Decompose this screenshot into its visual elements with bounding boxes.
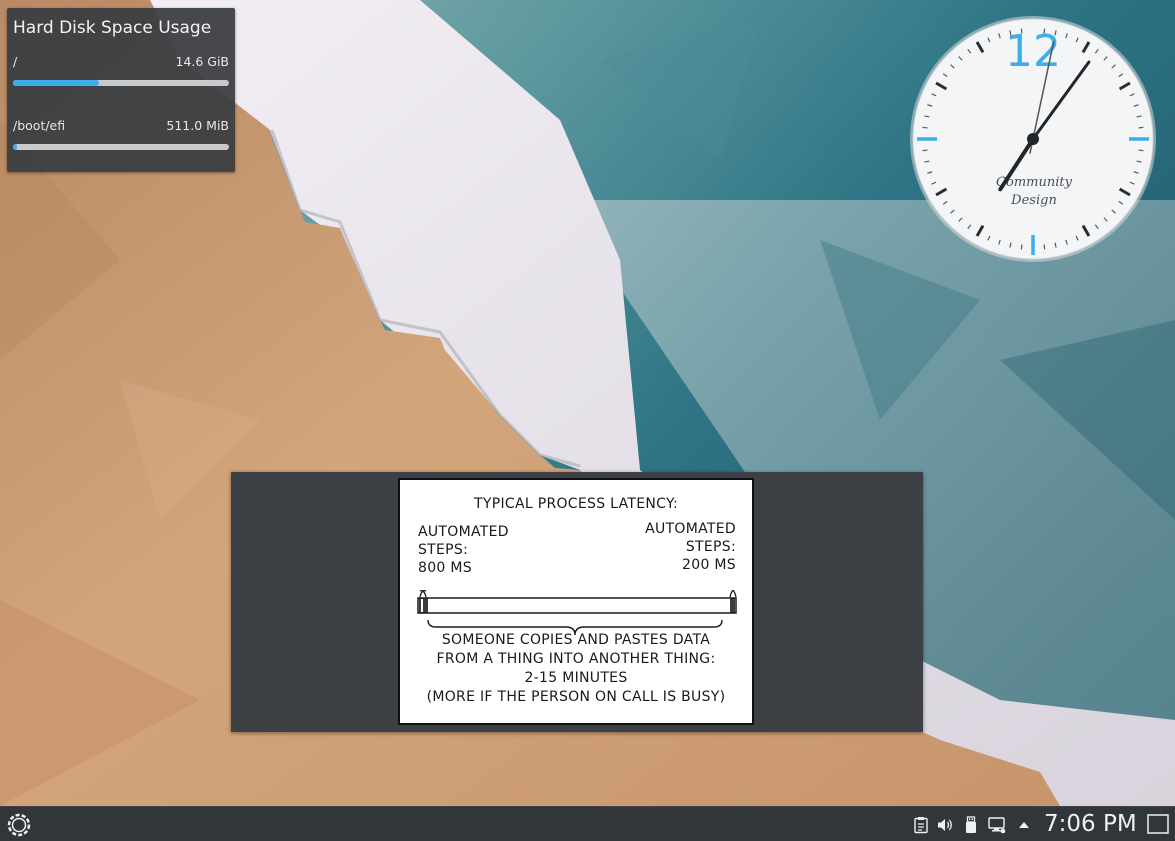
clipboard-icon[interactable] — [912, 816, 930, 834]
usage-bar-fill — [13, 144, 18, 150]
comic-caption: SOMEONE COPIES AND PASTES DATA FROM A TH… — [426, 632, 726, 705]
clock-tick — [922, 126, 928, 129]
disk-size: 14.6 GiB — [175, 54, 229, 69]
clock-tick — [1138, 126, 1144, 129]
mount-point: /boot/efi — [13, 118, 66, 133]
expand-tray-icon[interactable] — [1015, 816, 1033, 834]
taskbar-clock[interactable]: 7:06 PM — [1044, 811, 1137, 837]
usage-bar-fill — [13, 80, 100, 86]
volume-icon[interactable] — [936, 816, 954, 834]
comic-right-label: AUTOMATED STEPS: 200 MS — [645, 521, 736, 573]
show-desktop-icon[interactable] — [1146, 812, 1170, 836]
mount-point: / — [13, 54, 18, 69]
usb-device-icon[interactable] — [962, 816, 980, 834]
clock-tick — [1043, 244, 1046, 250]
taskbar-panel: 7:06 PM — [0, 806, 1175, 841]
disk-space-widget[interactable]: Hard Disk Space Usage / 14.6 GiB /boot/e… — [7, 8, 235, 172]
widget-title: Hard Disk Space Usage — [13, 18, 212, 38]
network-icon[interactable] — [988, 816, 1006, 834]
clock-tick — [1020, 244, 1023, 250]
clock-brand-line2: Design — [1010, 193, 1057, 208]
comic-title: TYPICAL PROCESS LATENCY: — [474, 496, 678, 512]
usage-bar — [13, 144, 229, 150]
usage-bar — [13, 80, 229, 86]
clock-tick — [922, 149, 928, 152]
media-frame-widget[interactable]: TYPICAL PROCESS LATENCY: AUTOMATED STEPS… — [231, 472, 923, 732]
clock-center-cap — [1027, 133, 1039, 145]
plasma-launcher-icon[interactable] — [4, 811, 34, 839]
analog-clock-widget[interactable]: 12 Community Design — [908, 14, 1158, 264]
comic-image: TYPICAL PROCESS LATENCY: AUTOMATED STEPS… — [398, 478, 754, 725]
comic-left-label: AUTOMATED STEPS: 800 MS — [418, 524, 509, 576]
clock-tick — [1138, 149, 1144, 152]
clock-hour-label: 12 — [1005, 26, 1061, 77]
disk-size: 511.0 MiB — [166, 118, 229, 133]
